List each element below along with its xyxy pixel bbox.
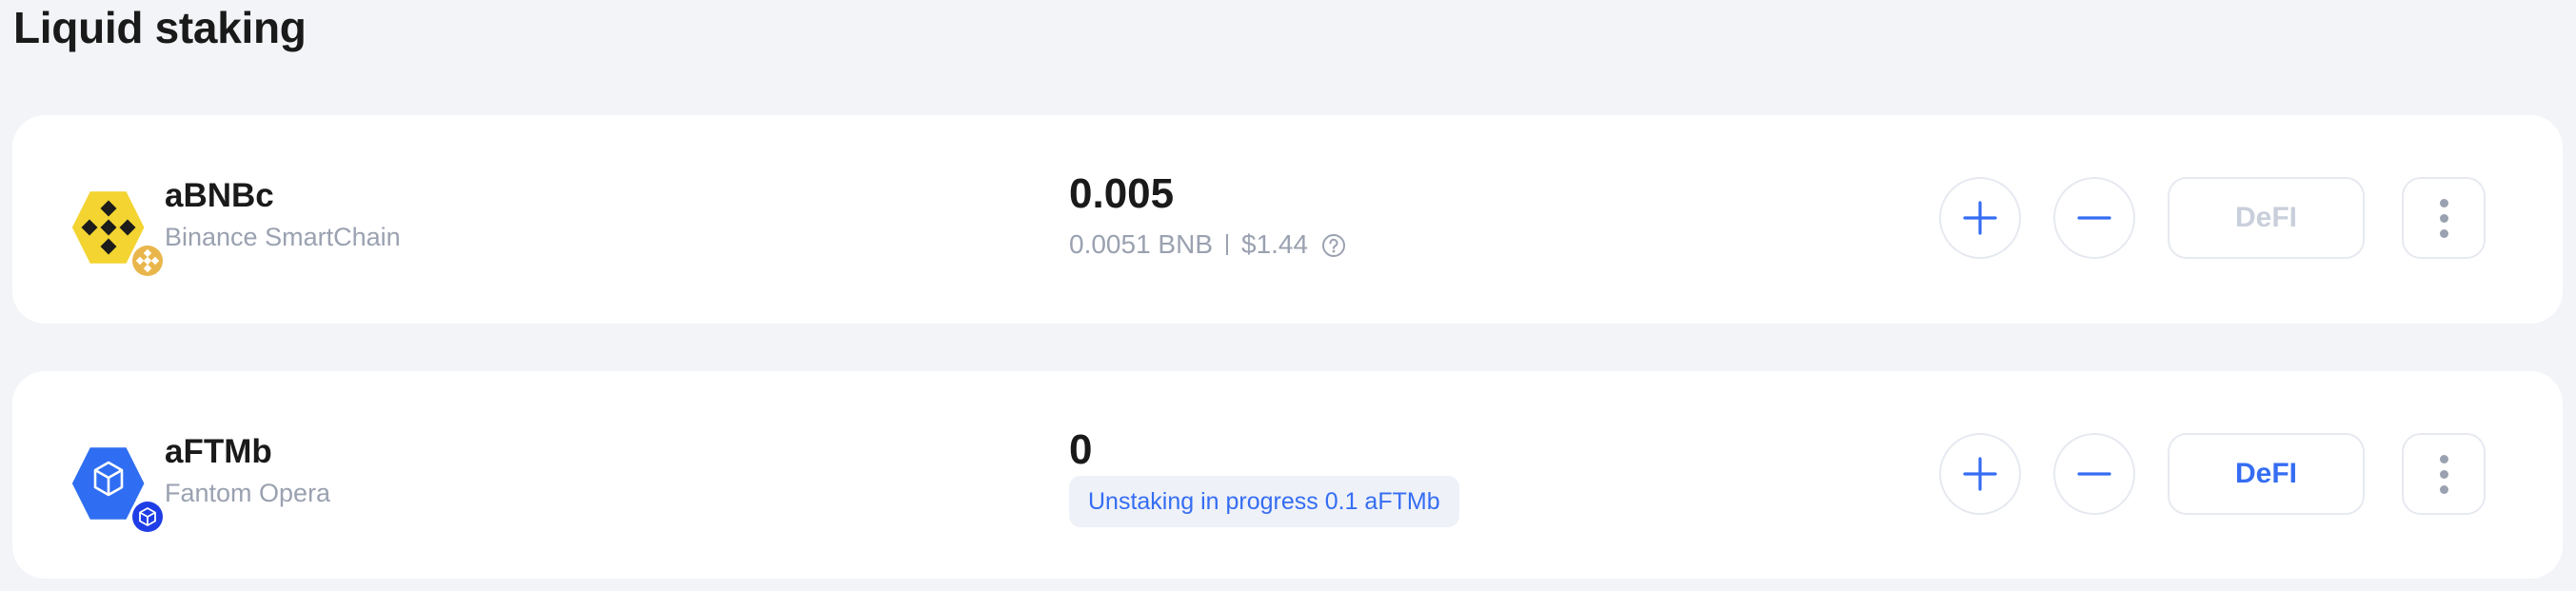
token-network: Fantom Opera [165,479,331,507]
defi-button[interactable]: DeFI [2168,433,2365,515]
plus-icon [1963,201,1997,235]
token-amount: 0 [1069,426,1093,473]
more-dot [2439,484,2448,494]
token-name: aBNBc [165,177,274,214]
more-dot [2439,213,2448,223]
stake-plus-button[interactable] [1939,433,2021,515]
staking-card-aftmb: aFTMb Fantom Opera 0 Unstaking in progre… [12,371,2563,579]
stake-plus-button[interactable] [1939,177,2021,259]
token-name: aFTMb [165,433,272,470]
native-amount: 0.0051 BNB [1069,229,1213,259]
staking-card-abnbc: aBNBc Binance SmartChain 0.005 0.0051 BN… [12,115,2563,324]
unstake-minus-button[interactable] [2053,433,2135,515]
token-amount: 0.005 [1069,170,1175,217]
amount-details: 0.0051 BNB $1.44 [1069,227,1346,262]
minus-icon [2077,216,2111,220]
more-options-button[interactable] [2402,433,2486,515]
more-dots-icon [2439,198,2448,207]
more-dots-icon [2439,454,2448,463]
token-network: Binance SmartChain [165,223,401,251]
bnb-icon [71,191,166,279]
fantom-token-logo [59,434,168,537]
more-dot [2439,228,2448,238]
page-title: Liquid staking [13,3,307,52]
minus-icon [2077,472,2111,476]
defi-button[interactable]: DeFI [2168,177,2365,259]
more-dot [2439,469,2448,479]
usd-value: $1.44 [1241,229,1309,259]
plus-icon [1963,457,1997,491]
divider [1226,234,1228,255]
fantom-icon [71,447,166,535]
more-options-button[interactable] [2402,177,2486,259]
bnb-token-logo [59,178,168,281]
help-icon[interactable] [1321,232,1346,257]
unstake-minus-button[interactable] [2053,177,2135,259]
unstaking-status-badge: Unstaking in progress 0.1 aFTMb [1069,476,1459,527]
